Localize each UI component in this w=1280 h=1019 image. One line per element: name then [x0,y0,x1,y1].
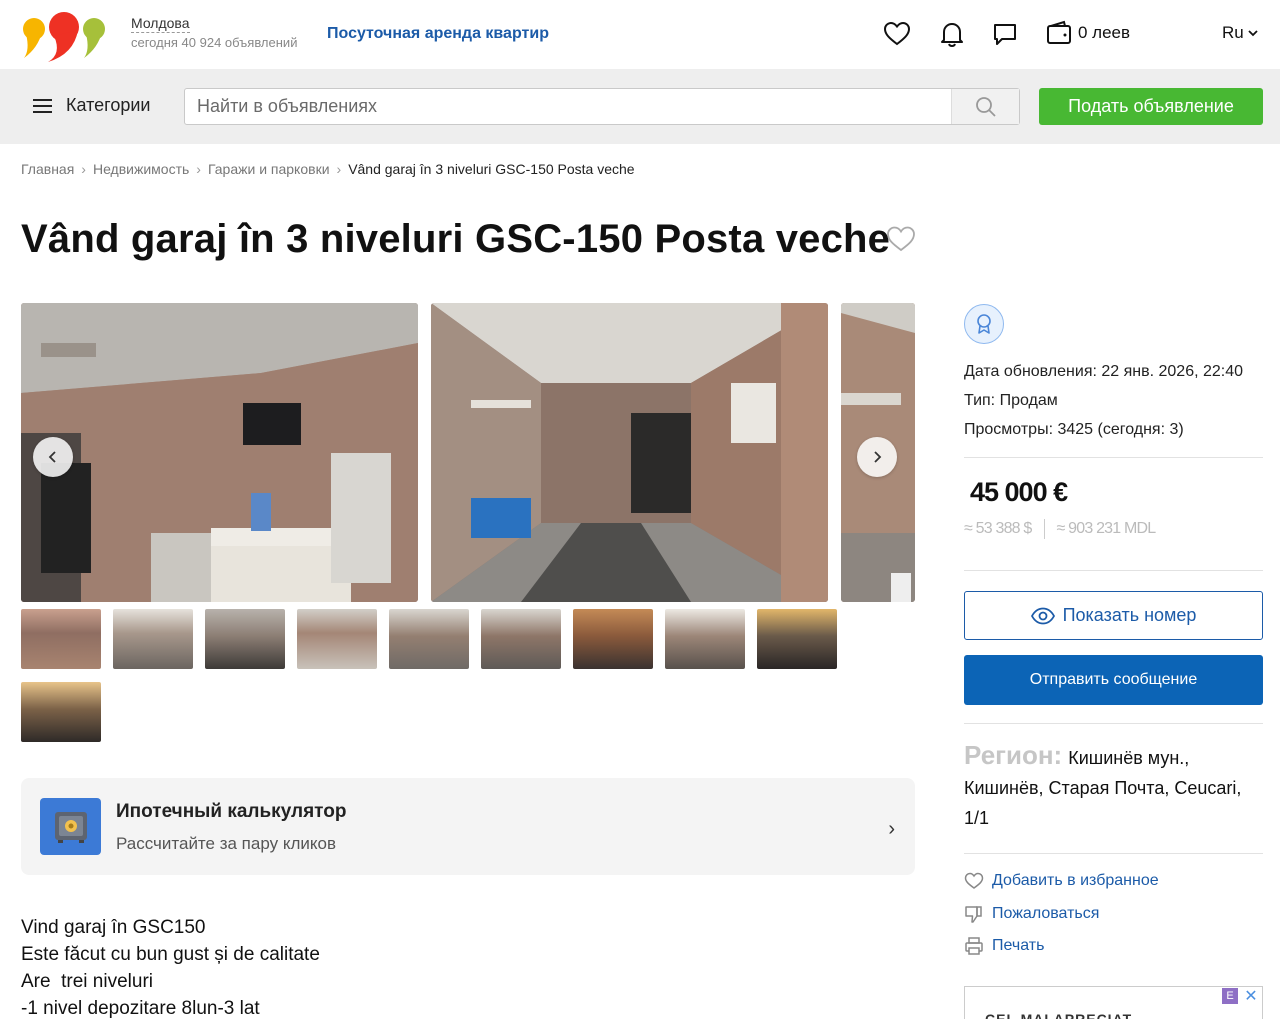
mortgage-title: Ипотечный калькулятор [116,801,347,822]
add-to-favorites-label: Добавить в избранное [992,872,1159,889]
views-count: Просмотры: 3425 (сегодня: 3) [964,421,1184,438]
thumbnail[interactable] [297,609,377,669]
categories-button[interactable]: Категории [32,95,150,116]
listings-count: сегодня 40 924 объявлений [131,35,298,50]
menu-icon [33,98,52,113]
chevron-right-icon: › [196,161,201,177]
add-to-favorites-link[interactable]: Добавить в избранное [964,872,1159,890]
eye-icon [1030,607,1055,624]
thumbnail[interactable] [113,609,193,669]
divider [964,457,1263,458]
chevron-right-icon: › [888,818,895,840]
wallet-icon [1047,20,1071,44]
divider [964,723,1263,724]
chevron-right-icon: › [81,161,86,177]
complain-label: Пожаловаться [992,905,1100,922]
top-header: Молдова сегодня 40 924 объявлений Посуто… [0,0,1280,69]
page-title: Vând garaj în 3 niveluri GSC-150 Posta v… [21,217,891,261]
send-message-button[interactable]: Отправить сообщение [964,655,1263,705]
mortgage-calculator-card[interactable]: Ипотечный калькулятор Рассчитайте за пар… [21,778,915,875]
daily-rent-link[interactable]: Посуточная аренда квартир [327,25,549,43]
price-mdl: ≈ 903 231 MDL [1056,520,1157,537]
thumbnail[interactable] [205,609,285,669]
thumbnail[interactable] [389,609,469,669]
search-icon [975,96,996,117]
region-selector[interactable]: Молдова сегодня 40 924 объявлений [131,14,297,50]
breadcrumb-garages[interactable]: Гаражи и парковки [208,161,330,177]
chevron-down-icon [1248,30,1258,37]
thumbnail[interactable] [757,609,837,669]
chevron-right-icon [874,451,882,463]
show-phone-button[interactable]: Показать номер [964,591,1263,640]
divider [1043,519,1045,539]
search-button[interactable] [951,89,1019,124]
price-usd: ≈ 53 388 $ [964,520,1032,537]
language-selector[interactable]: Ru [1222,23,1259,43]
listing-description: Vind garaj în GSC150 Este făcut cu bun g… [21,917,320,1019]
update-date: Дата обновления: 22 янв. 2026, 22:40 [964,363,1244,380]
post-ad-button[interactable]: Подать объявление [1039,88,1263,125]
safe-icon [40,798,101,855]
verified-badge-icon [964,304,1004,344]
region-name[interactable]: Молдова [131,14,190,33]
breadcrumb: Главная › Недвижимость › Гаражи и парков… [21,161,635,177]
printer-icon [965,937,983,955]
chevron-left-icon [48,451,56,463]
thumbs-down-icon [965,906,982,923]
thumbnail[interactable] [21,609,101,669]
thumbnail[interactable] [573,609,653,669]
bell-icon[interactable] [938,20,966,48]
favorite-heart-icon[interactable] [886,225,916,253]
search-row: Категории Подать объявление [0,69,1280,144]
complain-link[interactable]: Пожаловаться [964,904,1099,924]
thumbnail[interactable] [481,609,561,669]
price: 45 000 € [970,477,1068,507]
divider [964,570,1263,571]
breadcrumb-home[interactable]: Главная [21,161,74,177]
breadcrumb-real-estate[interactable]: Недвижимость [93,161,189,177]
chevron-right-icon: › [336,161,342,177]
heart-icon [964,872,984,889]
categories-label: Категории [66,95,151,115]
language-label: Ru [1222,23,1244,42]
print-link[interactable]: Печать [964,936,1044,956]
messages-icon[interactable] [991,20,1019,48]
print-label: Печать [992,937,1045,954]
wallet-amount: 0 леев [1078,23,1131,42]
ad-badge: E [1222,988,1238,1004]
thumbnail[interactable] [665,609,745,669]
gallery-prev-button[interactable] [33,437,73,477]
listing-type: Тип: Продам [964,392,1058,409]
wallet-balance[interactable]: 0 леев [1046,20,1130,46]
search-input[interactable] [197,89,937,124]
breadcrumb-current: Vând garaj în 3 niveluri GSC-150 Posta v… [348,161,635,177]
gallery-next-button[interactable] [857,437,897,477]
divider [964,853,1263,854]
gallery-photo[interactable] [431,303,828,602]
price-conversions: ≈ 53 388 $ ≈ 903 231 MDL [964,519,1157,539]
photo-gallery [21,303,915,602]
gallery-photo[interactable] [21,303,418,602]
favorites-heart-icon[interactable] [883,20,911,48]
advertisement[interactable]: CEL MAI APRECIAT E ✕ [964,986,1263,1019]
show-phone-label: Показать номер [1062,605,1197,625]
search-box [184,88,1020,125]
mortgage-subtitle: Рассчитайте за пару кликов [116,834,336,853]
ad-text: CEL MAI APRECIAT [985,1011,1133,1019]
site-logo[interactable] [22,8,108,62]
region-info: Регион: Кишинёв мун., Кишинёв, Старая Поч… [964,740,1263,833]
thumbnail[interactable] [21,682,101,742]
region-label: Регион: [964,740,1063,770]
close-icon[interactable]: ✕ [1242,987,1260,1005]
